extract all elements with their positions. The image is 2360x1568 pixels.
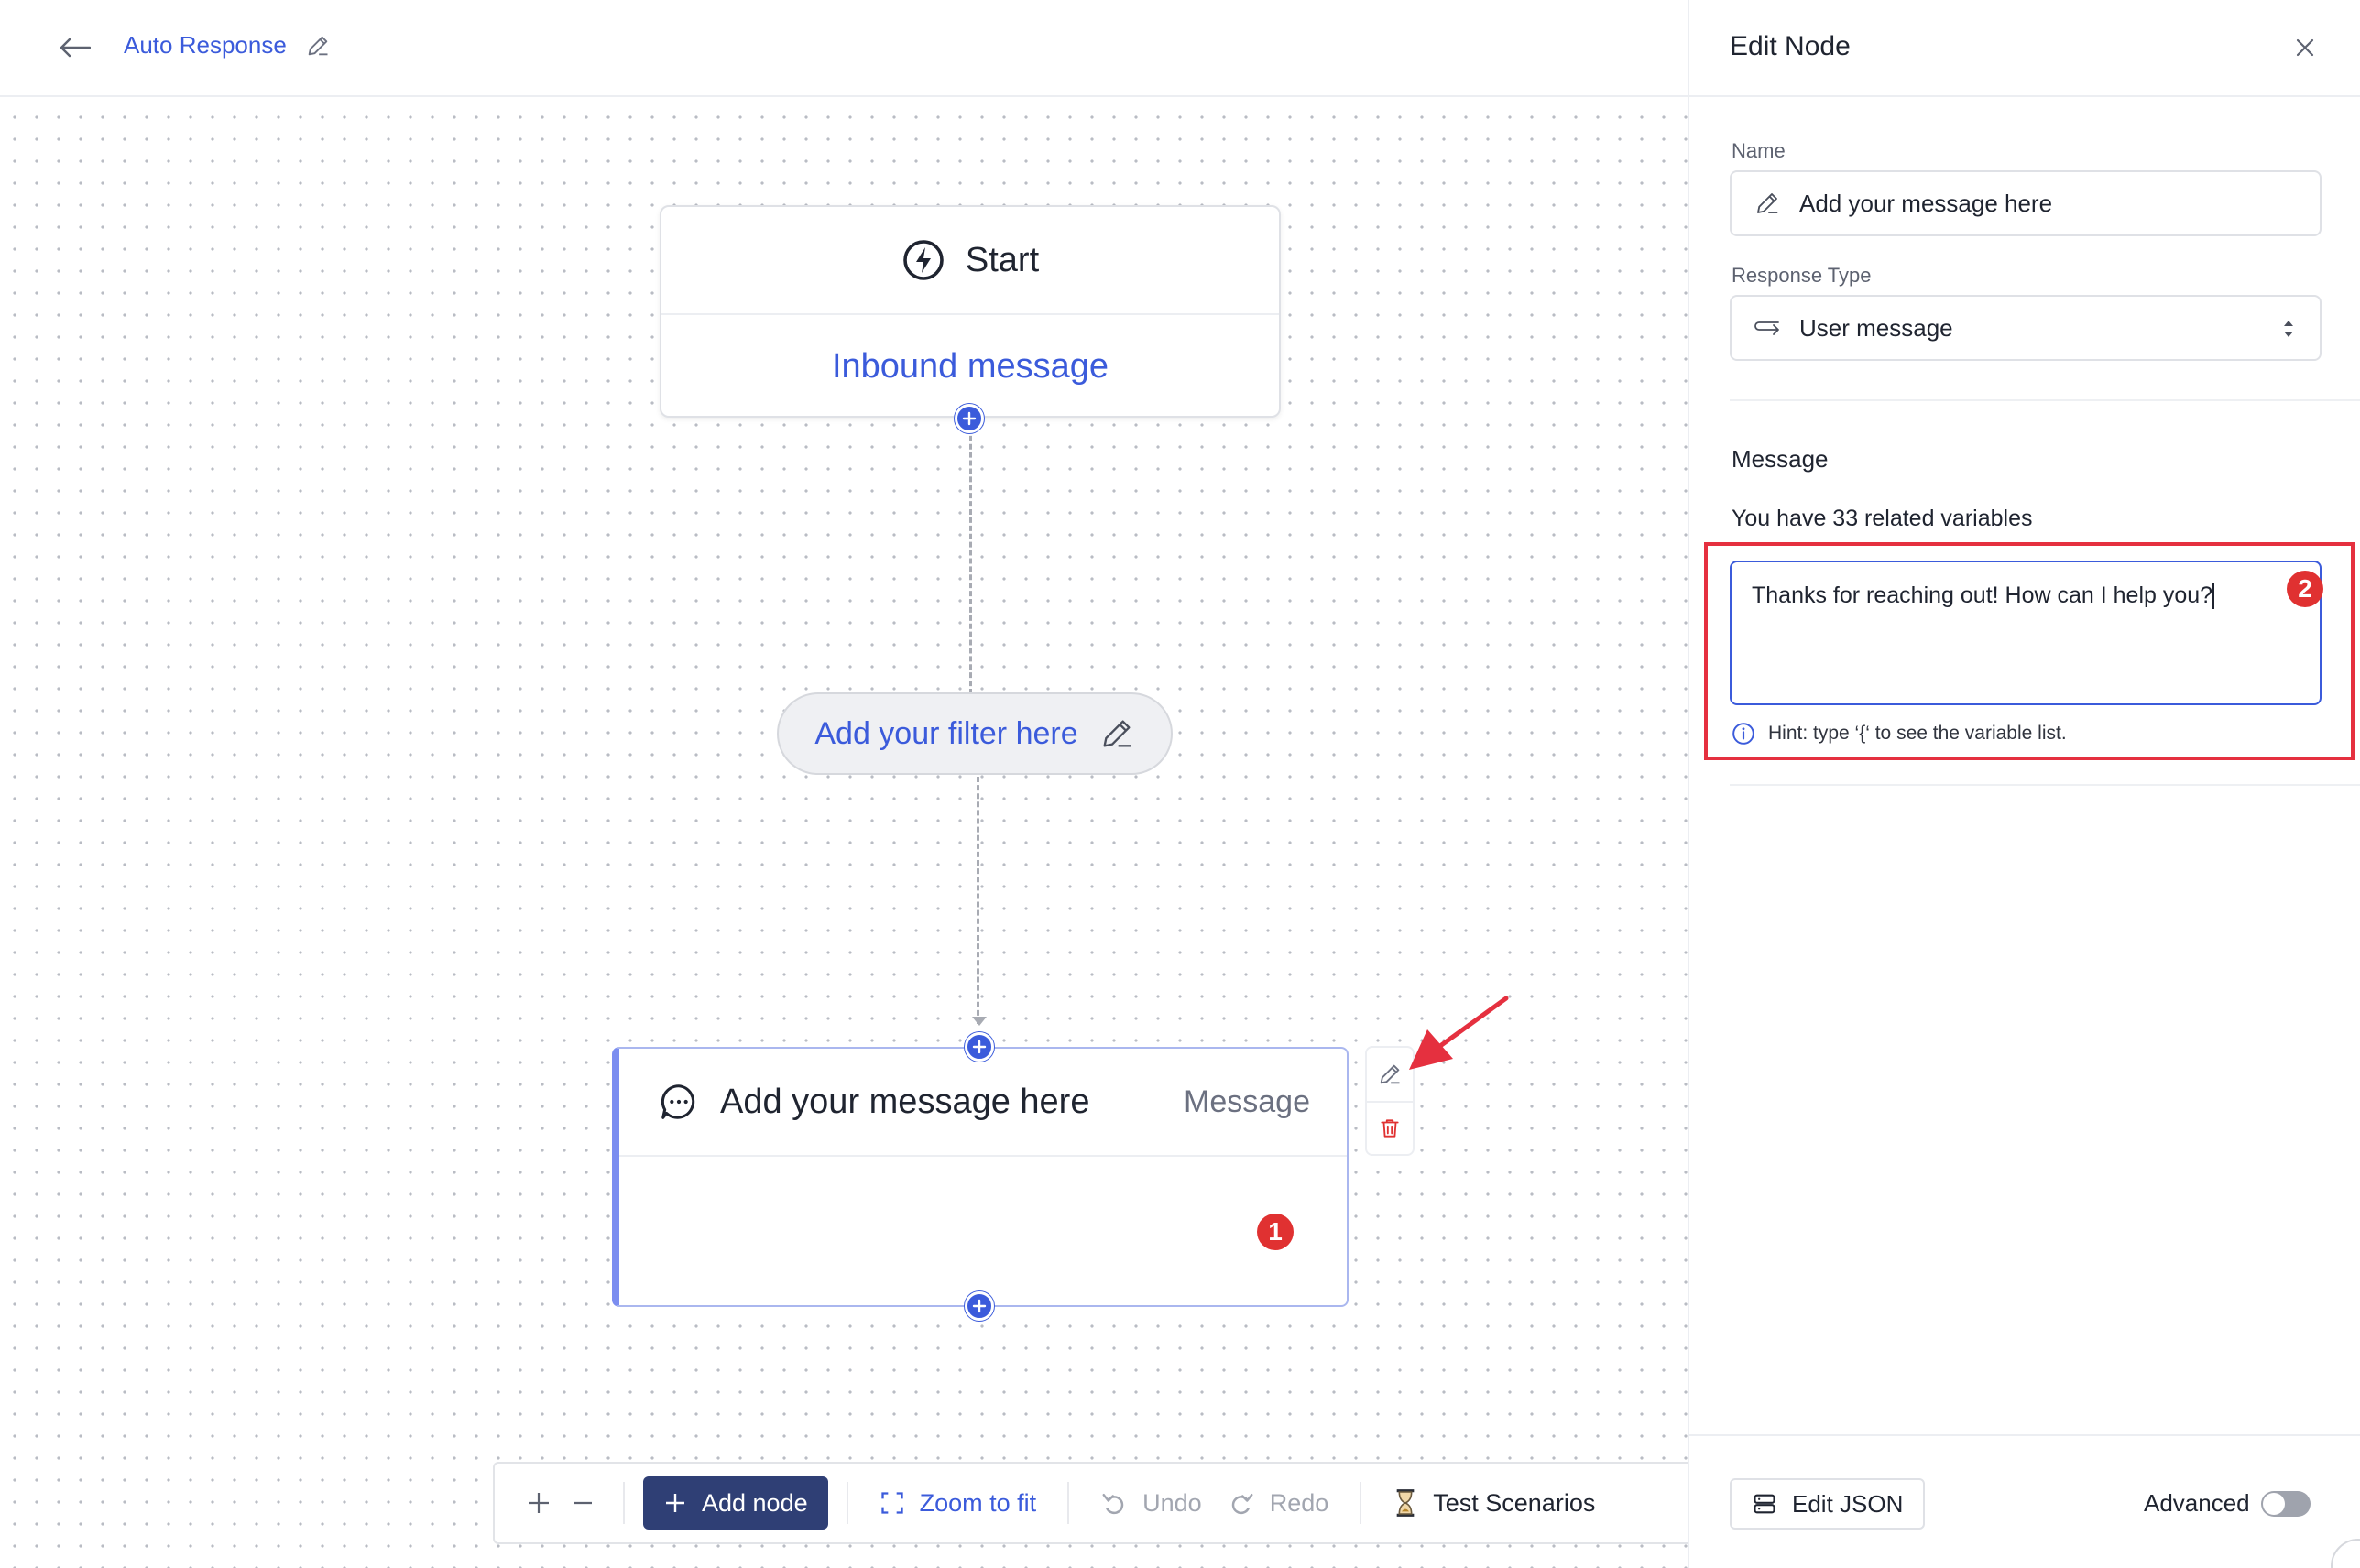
filter-node[interactable]: Add your filter here [777, 692, 1173, 775]
text-cursor [2212, 583, 2215, 610]
response-type-label: Response Type [1732, 264, 1872, 287]
close-panel-button[interactable] [2285, 27, 2325, 68]
name-input[interactable]: Add your message here [1730, 170, 2322, 236]
zoom-out-button[interactable] [561, 1481, 605, 1525]
connector-filter-message [977, 777, 979, 1024]
panel-divider [1730, 784, 2360, 786]
redo-icon [1231, 1494, 1253, 1515]
chat-bubble-icon [661, 1084, 695, 1119]
undo-label: Undo [1142, 1488, 1202, 1517]
reply-icon [1754, 321, 1779, 335]
pencil-icon [1757, 193, 1778, 213]
connector-start-filter [969, 419, 972, 694]
edit-json-button[interactable]: Edit JSON [1730, 1478, 1926, 1530]
hint-text: Hint: type ‘{‘ to see the variable list. [1768, 723, 2067, 744]
canvas-toolbar: Add node Zoom to fit Undo Redo Test Scen… [493, 1462, 1688, 1544]
edit-json-label: Edit JSON [1792, 1489, 1904, 1518]
panel-footer: Edit JSON Advanced [1689, 1434, 2360, 1568]
start-node[interactable]: Start Inbound message [660, 205, 1281, 418]
test-scenarios-label: Test Scenarios [1433, 1488, 1596, 1517]
message-node-title: Add your message here [720, 1082, 1090, 1121]
fit-frame-icon [880, 1492, 903, 1514]
message-section-title: Message [1732, 445, 1829, 473]
add-after-start-button[interactable] [955, 404, 984, 433]
toolbar-divider [623, 1482, 625, 1524]
zoom-to-fit-button[interactable]: Zoom to fit [867, 1489, 1050, 1518]
pencil-icon [308, 36, 328, 56]
name-label: Name [1732, 139, 1786, 162]
advanced-toggle[interactable] [2261, 1491, 2311, 1517]
toggle-knob [2263, 1493, 2285, 1515]
related-variables-count: You have 33 related variables [1732, 506, 2033, 531]
plus-icon [972, 1299, 987, 1313]
connector-arrowhead [972, 1017, 987, 1026]
back-button[interactable] [53, 26, 97, 70]
panel-title: Edit Node [1730, 31, 1851, 61]
step-badge-2: 2 [2287, 571, 2323, 607]
response-type-select[interactable]: User message [1730, 295, 2322, 361]
lightning-icon [903, 240, 944, 280]
toolbar-divider [1067, 1482, 1070, 1524]
panel-divider [1730, 399, 2360, 401]
edit-title-button[interactable] [302, 30, 333, 61]
hourglass-icon [1396, 1489, 1415, 1517]
plus-icon [666, 1494, 684, 1512]
trigger-link[interactable]: Inbound message [661, 315, 1279, 418]
advanced-label: Advanced [2144, 1489, 2250, 1517]
toolbar-divider [1360, 1482, 1362, 1524]
filter-label: Add your filter here [814, 715, 1078, 751]
message-textarea[interactable]: Thanks for reaching out! How can I help … [1730, 561, 2322, 705]
undo-button[interactable]: Undo [1087, 1489, 1215, 1518]
edit-node-panel: Edit Node Name Add your message here Res… [1688, 0, 2360, 1568]
name-value: Add your message here [1799, 189, 2053, 217]
database-icon [1754, 1494, 1775, 1514]
annotation-arrow-icon [1409, 996, 1509, 1070]
top-bar: Auto Response [0, 0, 1688, 97]
undo-icon [1102, 1494, 1124, 1515]
response-type-value: User message [1799, 313, 1953, 342]
help-widget-button[interactable] [2331, 1539, 2360, 1568]
test-scenarios-button[interactable]: Test Scenarios [1380, 1488, 1608, 1518]
plus-icon [972, 1040, 987, 1054]
info-icon [1732, 723, 1754, 745]
trash-icon [1381, 1119, 1399, 1138]
toolbar-divider [846, 1482, 848, 1524]
plus-icon [529, 1493, 549, 1513]
redo-button[interactable]: Redo [1215, 1489, 1342, 1518]
message-text: Thanks for reaching out! How can I help … [1752, 583, 2213, 608]
pencil-icon [1103, 720, 1131, 747]
flow-title[interactable]: Auto Response [124, 31, 287, 60]
start-node-label: Start [965, 240, 1040, 279]
add-node-label: Add node [702, 1488, 808, 1517]
plus-icon [962, 411, 977, 426]
variable-hint: Hint: type ‘{‘ to see the variable list. [1732, 722, 2067, 746]
zoom-to-fit-label: Zoom to fit [919, 1488, 1037, 1517]
redo-label: Redo [1269, 1488, 1329, 1517]
select-caret-icon [2284, 321, 2293, 337]
step-badge-1: 1 [1257, 1214, 1294, 1250]
close-icon [2296, 38, 2314, 57]
message-node[interactable]: Add your message here Message [612, 1047, 1349, 1307]
zoom-in-button[interactable] [517, 1481, 561, 1525]
arrow-left-icon [60, 38, 91, 58]
add-after-message-button[interactable] [965, 1291, 994, 1321]
message-node-type: Message [1184, 1083, 1310, 1119]
add-before-message-button[interactable] [965, 1032, 994, 1062]
delete-node-button[interactable] [1367, 1101, 1413, 1154]
add-node-button[interactable]: Add node [643, 1476, 828, 1530]
minus-icon [574, 1501, 592, 1505]
